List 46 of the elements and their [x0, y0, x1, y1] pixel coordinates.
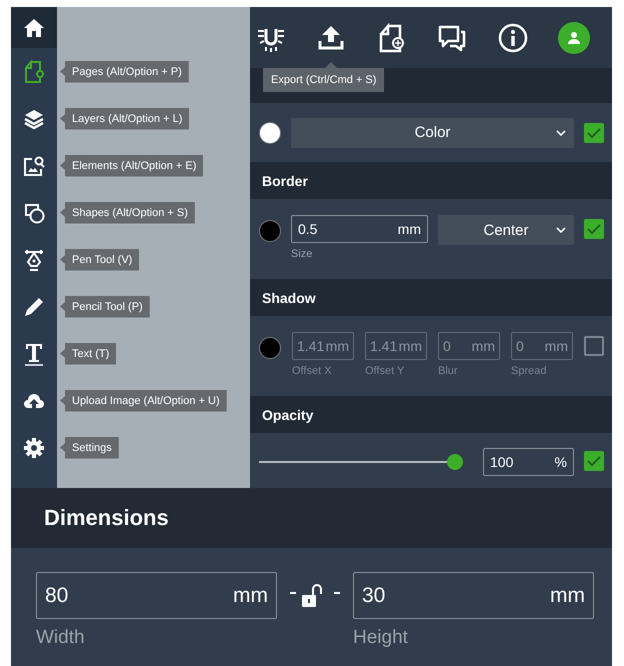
- tooltip: Pages (Alt/Option + P): [60, 60, 189, 82]
- opacity-input[interactable]: 100 %: [483, 448, 574, 476]
- field-label: Height: [353, 627, 409, 649]
- shapes-icon: [23, 202, 45, 224]
- avatar[interactable]: [558, 22, 590, 54]
- checkbox[interactable]: [584, 122, 604, 142]
- width-input[interactable]: 80 mm: [36, 572, 277, 619]
- field-label: Blur: [438, 365, 459, 377]
- tooltip: Pen Tool (V): [60, 248, 140, 270]
- tooltip: Settings: [60, 436, 119, 458]
- checkbox[interactable]: [584, 219, 604, 239]
- home-icon[interactable]: [23, 18, 45, 38]
- cloud-upload-icon: [23, 392, 45, 410]
- tooltip: Elements (Alt/Option + E): [60, 154, 204, 176]
- tooltip: Layers (Alt/Option + L): [60, 108, 190, 130]
- page-plus-icon: [23, 60, 45, 84]
- tooltip: Upload Image (Alt/Option + U): [60, 390, 227, 412]
- text-icon: [23, 342, 45, 366]
- chevron-down-icon: [556, 130, 566, 136]
- settings-icon: [23, 436, 45, 458]
- position-dropdown[interactable]: Center: [438, 215, 574, 245]
- color-swatch[interactable]: [259, 220, 281, 242]
- pen-nib-icon: [23, 248, 45, 272]
- tooltip: Shapes (Alt/Option + S): [60, 202, 195, 224]
- height-input[interactable]: 30 mm: [353, 572, 594, 619]
- field-label: Spread: [511, 365, 548, 377]
- field-label: Offset X: [292, 365, 333, 377]
- section-header: Dimensions: [11, 488, 612, 548]
- field-label: Width: [36, 627, 86, 649]
- color-swatch[interactable]: [259, 122, 281, 144]
- pencil-icon: [23, 296, 45, 318]
- size-input[interactable]: 0.5 mm: [291, 215, 428, 243]
- layers-icon: [23, 108, 45, 130]
- section-header: Border: [250, 162, 612, 199]
- image-search-icon: [23, 154, 45, 176]
- section-header: Opacity: [250, 396, 612, 433]
- tooltip: Pencil Tool (P): [60, 296, 150, 318]
- checkbox[interactable]: [584, 451, 604, 471]
- section-header: Shadow: [250, 279, 612, 316]
- unlock-icon[interactable]: [288, 582, 342, 608]
- fill-dropdown[interactable]: Color: [291, 118, 574, 148]
- info-icon[interactable]: [498, 22, 528, 52]
- field-label: Offset Y: [365, 365, 406, 377]
- field-label: Size: [291, 248, 314, 260]
- chevron-down-icon: [556, 227, 566, 233]
- tooltip: Text (T): [60, 342, 116, 364]
